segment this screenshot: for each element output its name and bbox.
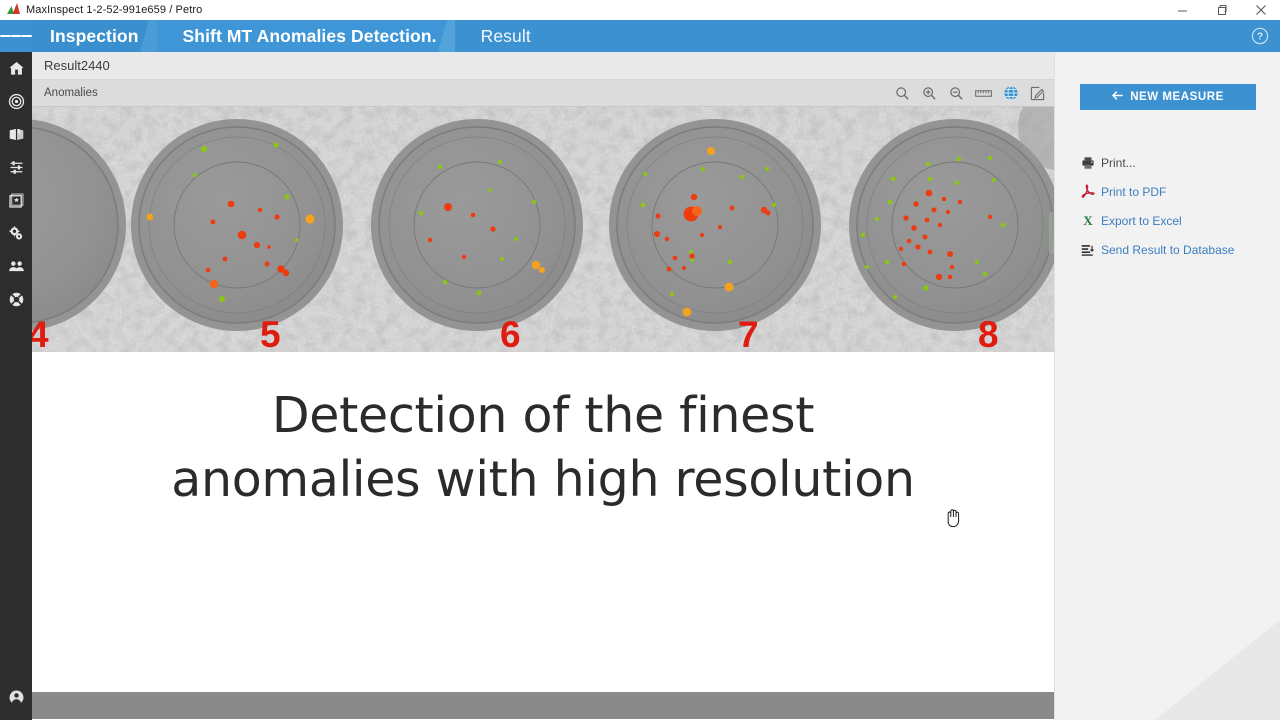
specimen-label: 6 bbox=[500, 314, 521, 352]
viewer-footer-bar bbox=[32, 692, 1054, 719]
breadcrumb-label: Shift MT Anomalies Detection. bbox=[183, 26, 437, 47]
zoom-reset-icon[interactable] bbox=[894, 85, 911, 102]
application-window: MaxInspect 1-2-52-991e659 / Petro Inspec… bbox=[0, 0, 1280, 720]
sidebar-item-target[interactable] bbox=[0, 85, 32, 118]
zoom-in-icon[interactable] bbox=[921, 85, 938, 102]
breadcrumb-item-result[interactable]: Result bbox=[463, 20, 557, 52]
action-print-to-pdf[interactable]: Print to PDF bbox=[1081, 177, 1280, 206]
sidebar-item-account[interactable] bbox=[0, 681, 32, 714]
excel-icon: X bbox=[1081, 213, 1101, 228]
specimen-label: 8 bbox=[978, 314, 999, 352]
new-measure-label: NEW MEASURE bbox=[1130, 91, 1224, 103]
window-title: MaxInspect 1-2-52-991e659 / Petro bbox=[26, 4, 202, 16]
new-measure-button[interactable]: NEW MEASURE bbox=[1080, 84, 1256, 110]
action-label: Send Result to Database bbox=[1101, 243, 1234, 257]
result-header: Result2440 bbox=[32, 52, 1054, 80]
page-title: Result2440 bbox=[44, 58, 110, 73]
svg-text:?: ? bbox=[1257, 32, 1263, 43]
viewer-caption: Detection of the finest anomalies with h… bbox=[32, 352, 1054, 512]
arrow-left-icon bbox=[1112, 91, 1123, 103]
breadcrumb-item-inspection[interactable]: Inspection bbox=[32, 20, 165, 52]
section-label: Anomalies bbox=[44, 87, 98, 99]
action-send-to-database[interactable]: Send Result to Database bbox=[1081, 235, 1280, 264]
app-header-bar: Inspection Shift MT Anomalies Detection.… bbox=[0, 20, 1280, 52]
book-icon bbox=[8, 126, 25, 143]
sidebar-item-library[interactable] bbox=[0, 118, 32, 151]
caption-line-2: anomalies with high resolution bbox=[32, 448, 1054, 512]
lifebuoy-icon bbox=[8, 291, 25, 308]
breadcrumb: Inspection Shift MT Anomalies Detection.… bbox=[32, 20, 557, 52]
pdf-icon bbox=[1081, 184, 1101, 199]
result-panel: Result2440 Anomalies bbox=[32, 52, 1054, 720]
gears-icon bbox=[8, 225, 25, 242]
breadcrumb-label: Inspection bbox=[50, 26, 139, 47]
printer-icon bbox=[1081, 156, 1101, 170]
layers-icon bbox=[8, 192, 25, 209]
globe-icon[interactable] bbox=[1002, 85, 1019, 102]
breadcrumb-item-shift-mt[interactable]: Shift MT Anomalies Detection. bbox=[165, 20, 463, 52]
caption-line-1: Detection of the finest bbox=[32, 384, 1054, 448]
breadcrumb-separator-icon bbox=[438, 20, 464, 52]
actions-side-panel: NEW MEASURE Print... bbox=[1054, 52, 1280, 720]
sidebar-item-home[interactable] bbox=[0, 52, 32, 85]
ruler-icon[interactable] bbox=[975, 85, 992, 102]
hamburger-menu-icon[interactable] bbox=[0, 20, 32, 52]
anomalies-toolbar: Anomalies bbox=[32, 80, 1054, 107]
sidebar-item-settings[interactable] bbox=[0, 217, 32, 250]
specimen-label: 7 bbox=[738, 314, 759, 352]
action-label: Print... bbox=[1101, 156, 1136, 170]
breadcrumb-separator-icon bbox=[140, 20, 166, 52]
specimen-image: 4 5 6 7 8 bbox=[32, 107, 1054, 352]
target-icon bbox=[8, 93, 25, 110]
zoom-out-icon[interactable] bbox=[948, 85, 965, 102]
sidebar-item-users[interactable] bbox=[0, 250, 32, 283]
left-navigation-rail bbox=[0, 52, 32, 720]
specimen-label: 4 bbox=[32, 314, 49, 352]
close-button[interactable] bbox=[1241, 0, 1280, 20]
action-label: Print to PDF bbox=[1101, 185, 1166, 199]
image-viewer[interactable]: 4 5 6 7 8 Detection of the finest anomal… bbox=[32, 107, 1054, 719]
sidebar-item-support[interactable] bbox=[0, 283, 32, 316]
minimize-button[interactable] bbox=[1163, 0, 1202, 20]
specimen-label: 5 bbox=[260, 314, 281, 352]
window-controls bbox=[1163, 0, 1280, 20]
users-icon bbox=[8, 258, 25, 275]
sidebar-item-layers[interactable] bbox=[0, 184, 32, 217]
svg-text:X: X bbox=[1083, 213, 1093, 228]
sliders-icon bbox=[8, 159, 25, 176]
database-icon bbox=[1081, 243, 1101, 257]
edit-square-icon[interactable] bbox=[1029, 85, 1046, 102]
window-title-bar: MaxInspect 1-2-52-991e659 / Petro bbox=[0, 0, 1280, 20]
user-circle-icon bbox=[8, 689, 25, 706]
maximize-button[interactable] bbox=[1202, 0, 1241, 20]
action-print[interactable]: Print... bbox=[1081, 148, 1280, 177]
breadcrumb-label: Result bbox=[481, 26, 531, 47]
viewer-tool-group bbox=[894, 85, 1054, 102]
action-export-to-excel[interactable]: X Export to Excel bbox=[1081, 206, 1280, 235]
rail-bottom-section bbox=[0, 681, 32, 714]
home-icon bbox=[8, 60, 25, 77]
action-list: Print... Print to PDF X bbox=[1081, 148, 1280, 264]
help-icon[interactable]: ? bbox=[1248, 24, 1272, 48]
action-label: Export to Excel bbox=[1101, 214, 1182, 228]
specimen-strip[interactable]: 4 5 6 7 8 bbox=[32, 107, 1054, 352]
sidebar-item-sliders[interactable] bbox=[0, 151, 32, 184]
maxinspect-logo-icon bbox=[7, 1, 20, 19]
corner-watermark bbox=[1100, 620, 1280, 720]
